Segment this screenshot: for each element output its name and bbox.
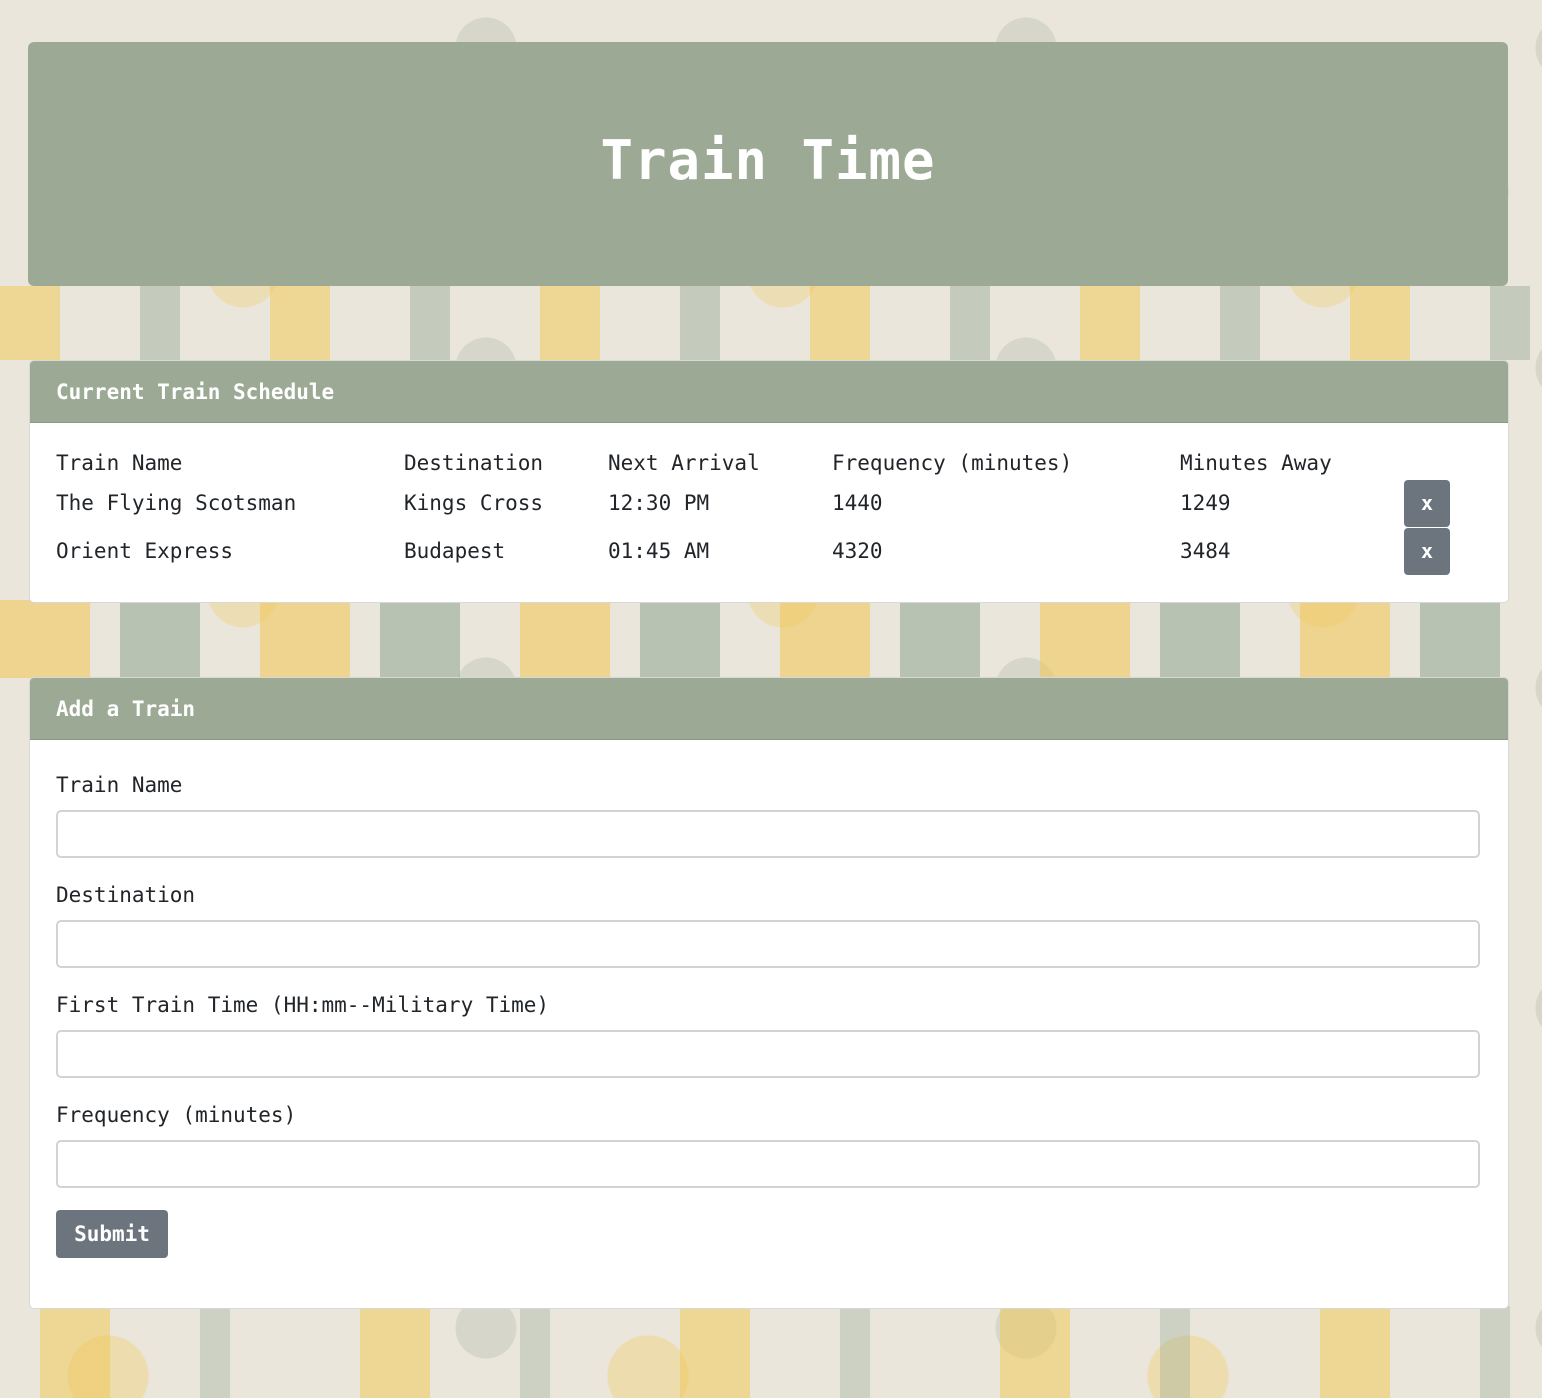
train-schedule-table: Train Name Destination Next Arrival Freq… [56, 447, 1450, 575]
cell-delete: x [1404, 527, 1450, 575]
cell-destination: Budapest [404, 539, 506, 563]
cell-minutes-away: 3484 [1180, 539, 1231, 563]
column-header-delete [1404, 447, 1450, 479]
page-title: Train Time [600, 128, 936, 192]
destination-group: Destination [56, 880, 1480, 968]
delete-train-button[interactable]: x [1404, 527, 1450, 575]
table-header-row: Train Name Destination Next Arrival Freq… [56, 447, 1450, 479]
add-train-form: Train Name Destination First Train Time … [56, 740, 1480, 1258]
destination-label: Destination [56, 883, 196, 907]
column-header-train-name: Train Name [56, 451, 183, 475]
cell-next-arrival: 12:30 PM [608, 491, 710, 515]
column-header-destination: Destination [404, 451, 544, 475]
frequency-label: Frequency (minutes) [56, 1103, 297, 1127]
train-schedule-card: Current Train Schedule Train Name Destin… [29, 360, 1509, 603]
destination-input[interactable] [56, 920, 1480, 968]
schedule-card-header: Current Train Schedule [30, 361, 1508, 423]
cell-frequency: 4320 [832, 539, 883, 563]
frequency-group: Frequency (minutes) [56, 1100, 1480, 1188]
cell-delete: x [1404, 479, 1450, 527]
cell-frequency: 1440 [832, 491, 883, 515]
cell-minutes-away: 1249 [1180, 491, 1231, 515]
train-name-input[interactable] [56, 810, 1480, 858]
cell-train-name: The Flying Scotsman [56, 491, 297, 515]
wallpaper-pattern-bottom [0, 1306, 1542, 1398]
add-train-card: Add a Train Train Name Destination First… [29, 677, 1509, 1309]
train-name-label: Train Name [56, 773, 183, 797]
delete-train-button[interactable]: x [1404, 479, 1450, 527]
column-header-frequency: Frequency (minutes) [832, 451, 1073, 475]
first-train-time-label: First Train Time (HH:mm--Military Time) [56, 993, 550, 1017]
cell-next-arrival: 01:45 AM [608, 539, 710, 563]
table-row: The Flying Scotsman Kings Cross 12:30 PM… [56, 479, 1450, 527]
train-name-group: Train Name [56, 770, 1480, 858]
column-header-minutes-away: Minutes Away [1180, 451, 1332, 475]
wallpaper-pattern-middle [0, 600, 1542, 678]
cell-train-name: Orient Express [56, 539, 234, 563]
frequency-input[interactable] [56, 1140, 1480, 1188]
column-header-next-arrival: Next Arrival [608, 451, 760, 475]
first-train-time-input[interactable] [56, 1030, 1480, 1078]
first-train-time-group: First Train Time (HH:mm--Military Time) [56, 990, 1480, 1078]
table-row: Orient Express Budapest 01:45 AM 4320 34… [56, 527, 1450, 575]
submit-button[interactable]: Submit [56, 1210, 168, 1258]
add-train-card-header: Add a Train [30, 678, 1508, 740]
page-header-banner: Train Time [28, 42, 1508, 286]
cell-destination: Kings Cross [404, 491, 544, 515]
wallpaper-pattern-top [0, 286, 1542, 360]
